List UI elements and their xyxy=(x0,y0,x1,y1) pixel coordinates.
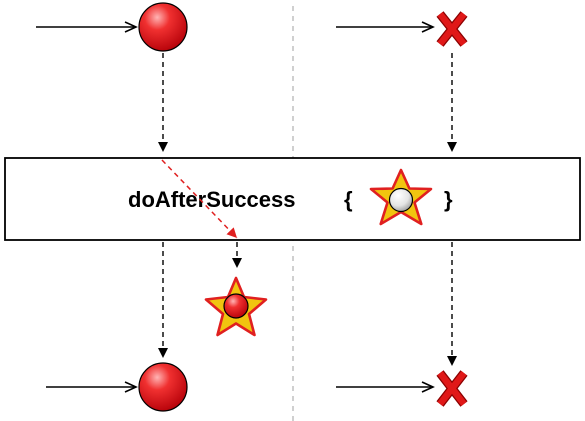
red-ball-icon xyxy=(138,362,188,412)
error-x-icon xyxy=(436,370,468,407)
star-with-red-ball-icon xyxy=(204,276,268,337)
red-ball-icon xyxy=(138,2,188,52)
error-x-icon xyxy=(436,11,468,47)
operator-name: doAfterSuccess xyxy=(128,187,296,212)
operator-open-brace: { xyxy=(344,187,353,212)
operator-close-brace: } xyxy=(444,187,453,212)
marble-diagram: doAfterSuccess { } xyxy=(4,2,581,421)
